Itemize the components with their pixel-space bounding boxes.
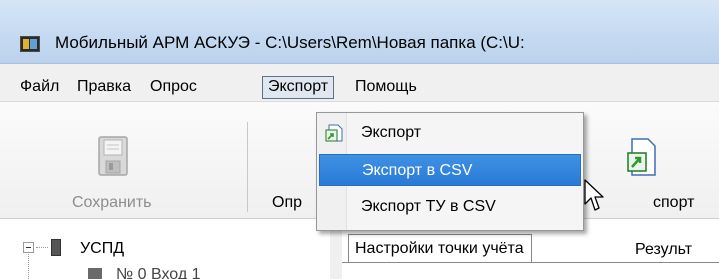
mouse-cursor-icon	[584, 179, 604, 211]
menu-poll[interactable]: Опрос	[150, 78, 197, 96]
tree-item-child[interactable]: № 0 Вход 1	[116, 266, 201, 279]
export-menu: Экспорт Экспорт в CSV Экспорт ТУ в CSV	[316, 112, 584, 231]
collapse-icon[interactable]	[23, 242, 34, 253]
menu-item-export-csv-label: Экспорт в CSV	[362, 162, 473, 179]
menu-item-export-tu-csv[interactable]: Экспорт ТУ в CSV	[319, 191, 581, 223]
app-window: Мобильный АРМ АСКУЭ - C:\Users\Rem\Новая…	[0, 0, 719, 279]
menu-file[interactable]: Файл	[20, 78, 59, 96]
tree-item-uspd[interactable]: УСПД	[80, 240, 124, 258]
menu-bar: Файл Правка Опрос Экспорт Помощь	[0, 64, 719, 102]
tree-line	[28, 254, 29, 279]
export-button[interactable]: спорт	[653, 194, 694, 212]
menu-item-export[interactable]: Экспорт	[319, 117, 581, 149]
tab-point-settings[interactable]: Настройки точки учёта	[348, 234, 532, 262]
poll-button[interactable]: Опр	[272, 194, 302, 212]
toolbar-separator	[247, 122, 248, 212]
menu-item-export-csv[interactable]: Экспорт в CSV	[319, 154, 581, 186]
menu-item-export-tu-csv-label: Экспорт ТУ в CSV	[361, 198, 496, 215]
menu-export[interactable]: Экспорт	[262, 76, 335, 99]
app-icon	[20, 36, 40, 52]
title-bar[interactable]: Мобильный АРМ АСКУЭ - C:\Users\Rem\Новая…	[0, 0, 719, 64]
device-icon	[51, 239, 61, 256]
save-icon	[98, 136, 128, 176]
tab-results[interactable]: Результ	[631, 238, 698, 262]
tab-divider	[342, 262, 719, 263]
menu-edit[interactable]: Правка	[77, 78, 131, 96]
tree-connector	[36, 247, 48, 248]
export-icon	[325, 124, 343, 142]
save-button[interactable]: Сохранить	[72, 194, 152, 212]
export-toolbar-icon	[627, 138, 656, 176]
menu-item-export-label: Экспорт	[361, 124, 422, 141]
window-title: Мобильный АРМ АСКУЭ - C:\Users\Rem\Новая…	[55, 33, 525, 52]
tab-strip: Настройки точки учёта Результ	[342, 226, 719, 279]
meter-icon	[88, 268, 102, 279]
menu-help[interactable]: Помощь	[355, 78, 417, 96]
